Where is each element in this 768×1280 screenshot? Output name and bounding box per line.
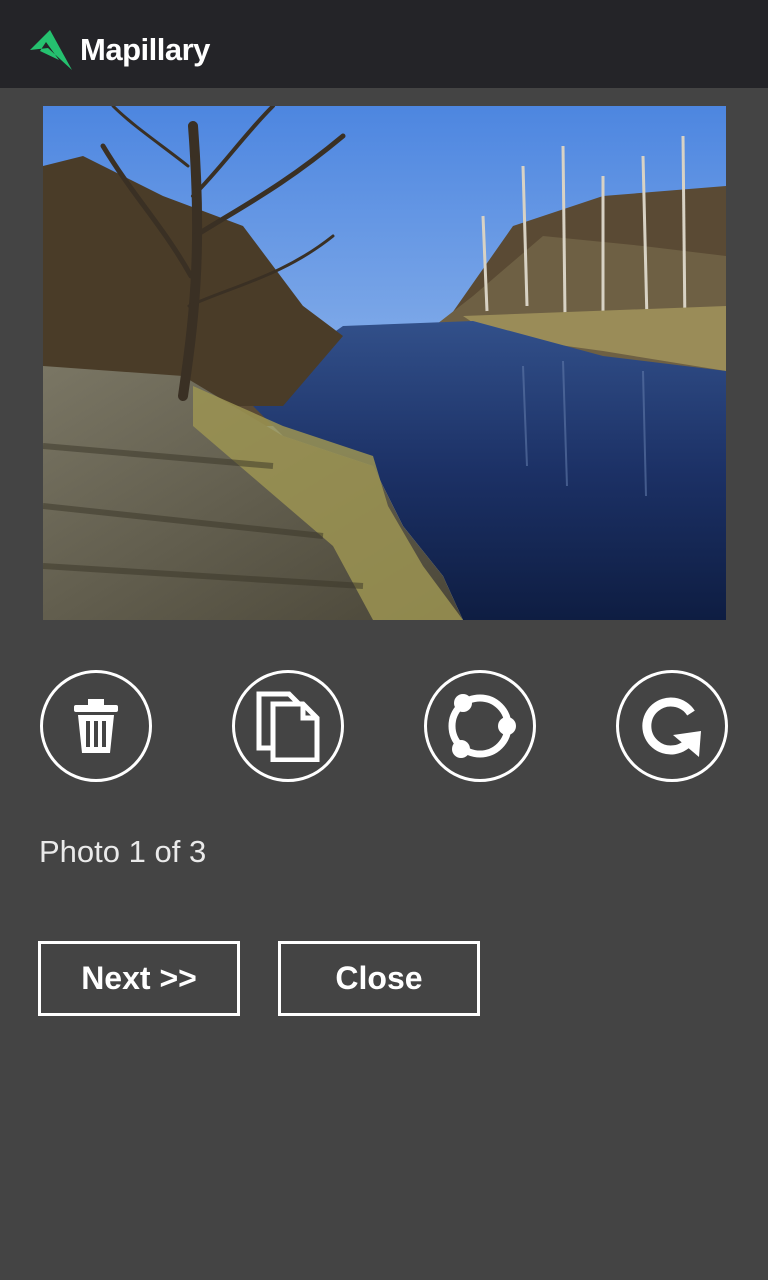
next-button[interactable]: Next >> <box>38 941 240 1016</box>
captured-photo <box>43 106 726 620</box>
trash-icon <box>74 699 118 753</box>
app-header: Mapillary <box>0 0 768 88</box>
close-button[interactable]: Close <box>278 941 480 1016</box>
photo-actions <box>40 670 728 782</box>
photo-counter: Photo 1 of 3 <box>39 834 207 869</box>
rotate-icon <box>642 697 701 757</box>
copy-button[interactable] <box>232 670 344 782</box>
mapillary-logo-icon <box>30 30 72 70</box>
mapillary-logo: Mapillary <box>28 26 210 74</box>
app-root: Mapillary Photo 1 of 3 Next >> Close <box>0 0 768 1280</box>
delete-button[interactable] <box>40 670 152 782</box>
brand-name: Mapillary <box>80 32 210 67</box>
sync-icon <box>448 694 516 758</box>
copy-icon <box>256 691 320 762</box>
sync-button[interactable] <box>424 670 536 782</box>
rotate-button[interactable] <box>616 670 728 782</box>
